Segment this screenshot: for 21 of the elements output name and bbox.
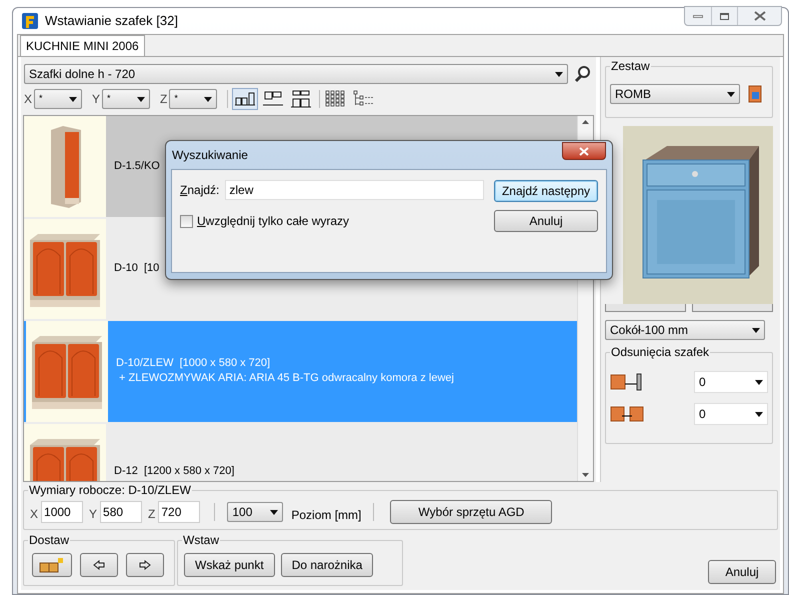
group-title: Odsunięcia szafek [610,345,710,359]
item-label: D-12 [1200 x 580 x 720] [114,464,234,479]
axis-label: Z [160,91,168,108]
axis-label: X [30,506,38,523]
axis-label: X [24,91,32,108]
find-label: Znajdź: [180,182,220,199]
item-label: D-10/ZLEW [1000 x 580 x 720] [116,356,272,372]
item-label: D-1.5/KO [114,158,160,174]
group-title: Dostaw [28,533,70,547]
dialog-title: Wyszukiwanie [172,147,248,164]
level-label: Poziom [mm] [291,507,362,524]
group-title: Wymiary robocze: D-10/ZLEW [28,483,192,497]
checkbox-label: Uwzględnij tylko całe wyrazy [197,213,350,230]
axis-label: Z [148,506,156,523]
window-title: Wstawianie szafek [32] [45,12,178,30]
group-title: Wstaw [182,533,220,547]
axis-label: Y [92,91,100,108]
item-details: + ZLEWOZMYWAK ARIA: ARIA 45 B-TG odwracalny komora z lewej [118,371,454,386]
item-label: D-10 [10 [114,261,160,276]
group-title: Zestaw [610,59,651,73]
axis-label: Y [89,506,98,523]
